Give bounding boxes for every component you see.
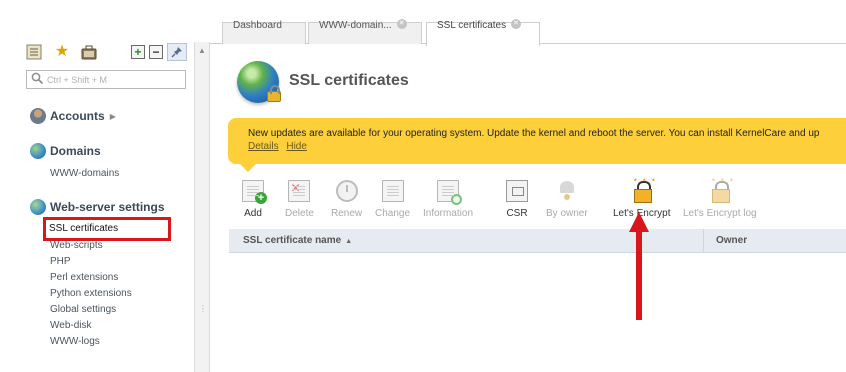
lets-encrypt-log-icon: ✶✶✶ (709, 178, 734, 203)
hide-link[interactable]: Hide (286, 141, 307, 152)
by-owner-button[interactable]: By owner (546, 180, 588, 219)
column-separator[interactable] (703, 229, 704, 253)
expand-arrow-icon: ▶ (109, 111, 116, 121)
page-title: SSL certificates (289, 72, 409, 89)
briefcase-icon[interactable] (81, 44, 97, 60)
sidebar-item-www-logs[interactable]: WWW-logs (50, 336, 100, 347)
globe-icon (30, 143, 46, 159)
sidebar-item-perl-extensions[interactable]: Perl extensions (50, 272, 118, 283)
filter-owner-icon (556, 180, 578, 202)
lets-encrypt-icon: ✶✶✶ (631, 178, 656, 203)
banner-pointer (240, 164, 256, 172)
sidebar-item-web-scripts[interactable]: Web-scripts (50, 240, 103, 251)
tab-www-domains[interactable]: WWW-domain... ✕ (308, 19, 422, 44)
delete-icon: ✕ (288, 180, 311, 202)
tab-label: WWW-domain... (319, 20, 392, 31)
column-header-label: SSL certificate name (243, 235, 342, 246)
expand-all-icon[interactable]: + (131, 45, 145, 59)
add-button[interactable]: + Add (242, 180, 267, 219)
lets-encrypt-log-button[interactable]: ✶✶✶ Let's Encrypt log (683, 178, 757, 219)
sidebar-item-ssl-certificates[interactable]: SSL certificates (49, 223, 118, 234)
tab-label: Dashboard (233, 20, 282, 31)
tab-label: SSL certificates (437, 20, 507, 31)
search-input[interactable] (47, 73, 181, 87)
sidebar-group-accounts[interactable]: Accounts ▶ (30, 108, 116, 124)
close-icon[interactable]: ✕ (396, 19, 407, 29)
list-icon[interactable] (26, 44, 42, 60)
sidebar-search[interactable] (26, 70, 186, 89)
csr-button[interactable]: CSR (506, 180, 528, 219)
tab-dashboard[interactable]: Dashboard (222, 20, 306, 44)
change-icon (381, 180, 404, 202)
change-label: Change (375, 208, 411, 219)
sidebar-group-label: Web-server settings (50, 200, 165, 214)
sidebar-item-python-extensions[interactable]: Python extensions (50, 288, 132, 299)
user-icon (30, 108, 46, 124)
close-icon[interactable]: ✕ (511, 19, 522, 29)
sidebar-toolbar: ★ + − (26, 43, 194, 62)
sort-ascending-icon: ▲ (345, 238, 353, 245)
lock-icon (267, 85, 281, 102)
sidebar-group-domains[interactable]: Domains (30, 143, 101, 159)
add-icon: + (242, 180, 267, 204)
information-icon (437, 180, 463, 205)
renew-label: Renew (331, 208, 363, 219)
sidebar-item-web-disk[interactable]: Web-disk (50, 320, 92, 331)
collapse-all-icon[interactable]: − (149, 45, 163, 59)
csr-icon (506, 180, 528, 202)
star-icon[interactable]: ★ (54, 44, 70, 60)
sidebar-item-php[interactable]: PHP (50, 256, 71, 267)
sidebar: ★ + − Accounts ▶ Domains WWW-domains Web… (0, 0, 196, 372)
information-label: Information (423, 208, 474, 219)
add-label: Add (244, 208, 262, 219)
column-header-label: Owner (716, 235, 748, 246)
details-link[interactable]: Details (248, 141, 279, 152)
pin-icon[interactable] (167, 43, 187, 61)
csr-label: CSR (506, 208, 528, 219)
change-button[interactable]: Change (375, 180, 410, 219)
sidebar-item-www-domains[interactable]: WWW-domains (50, 168, 119, 179)
sidebar-group-web-server-settings[interactable]: Web-server settings (30, 199, 165, 215)
renew-icon (335, 180, 358, 202)
splitter-grip-icon[interactable]: ⋮ (199, 304, 207, 313)
web-globe-icon (30, 199, 46, 215)
tab-ssl-certificates[interactable]: SSL certificates ✕ (426, 19, 540, 46)
annotation-arrow (629, 212, 649, 320)
sidebar-item-global-settings[interactable]: Global settings (50, 304, 116, 315)
ssl-globe-icon (237, 61, 281, 103)
information-button[interactable]: Information (423, 180, 473, 219)
lets-encrypt-log-label: Let's Encrypt log (683, 208, 757, 219)
sidebar-splitter[interactable]: ▲ ⋮ (194, 42, 210, 372)
renew-button[interactable]: Renew (331, 180, 362, 219)
tab-bar: Dashboard WWW-domain... ✕ SSL certificat… (210, 0, 846, 46)
collapse-up-icon[interactable]: ▲ (198, 46, 206, 55)
search-icon (31, 72, 45, 86)
table-header: SSL certificate name ▲ Owner (229, 229, 846, 253)
banner-links: Details Hide (248, 141, 312, 152)
update-banner: New updates are available for your opera… (228, 118, 846, 172)
by-owner-label: By owner (546, 208, 588, 219)
delete-label: Delete (285, 208, 314, 219)
column-header-ssl-certificate-name[interactable]: SSL certificate name ▲ (243, 229, 352, 253)
delete-button[interactable]: ✕ Delete (285, 180, 314, 219)
banner-message: New updates are available for your opera… (248, 128, 820, 139)
column-header-owner[interactable]: Owner (716, 229, 747, 253)
sidebar-group-label: Domains (50, 144, 101, 158)
sidebar-group-label: Accounts (50, 109, 105, 123)
